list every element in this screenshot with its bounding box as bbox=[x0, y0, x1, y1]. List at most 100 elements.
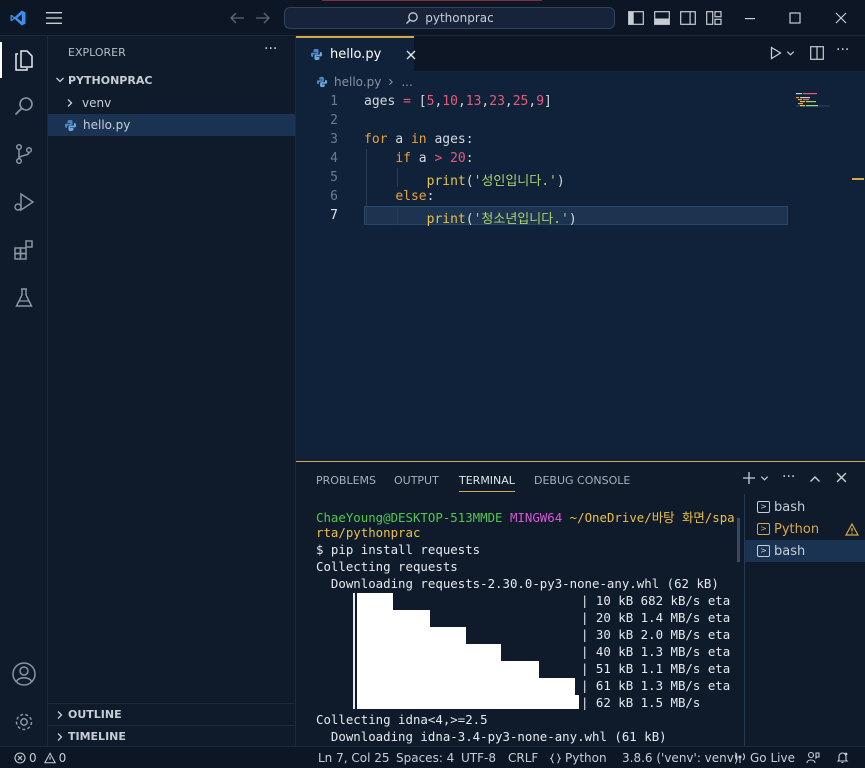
forward-arrow-icon[interactable] bbox=[253, 8, 273, 28]
go-live-label: Go Live bbox=[750, 751, 795, 765]
terminal-icon: > bbox=[757, 501, 770, 513]
end-of-line[interactable]: CRLF bbox=[508, 751, 538, 765]
terminal-prompt-path: rta/pythonprac bbox=[316, 525, 421, 540]
terminal-item-bash-active[interactable]: > bash bbox=[745, 540, 865, 562]
chevron-right-icon bbox=[62, 98, 78, 108]
timeline-title: TIMELINE bbox=[68, 730, 126, 743]
warning-icon bbox=[43, 752, 56, 764]
menu-icon[interactable] bbox=[44, 8, 64, 28]
tree-item-venv[interactable]: venv bbox=[48, 92, 295, 114]
progress-stats: | 61 kB 1.3 MB/s eta bbox=[581, 678, 731, 693]
progress-stats: | 20 kB 1.4 MB/s eta bbox=[581, 610, 731, 625]
play-icon bbox=[770, 46, 782, 60]
account-icon[interactable] bbox=[0, 650, 48, 698]
go-live-button[interactable]: Go Live bbox=[734, 751, 795, 765]
language-label: Python bbox=[565, 751, 607, 765]
testing-flask-icon[interactable] bbox=[0, 274, 48, 322]
language-mode[interactable]: Python bbox=[550, 751, 607, 765]
python-interpreter[interactable]: 3.8.6 ('venv': venv) bbox=[622, 751, 739, 765]
minimap[interactable] bbox=[796, 93, 830, 109]
maximize-panel-icon[interactable] bbox=[809, 473, 821, 487]
code-editor[interactable]: 1 2 3 4 5 6 7 ages = [5,10,13,23,25,9] f… bbox=[296, 93, 865, 461]
code-line-4: if a > 20: bbox=[395, 151, 474, 166]
code-line-3: for a in ages: bbox=[364, 132, 474, 147]
close-tab-icon[interactable] bbox=[406, 50, 416, 60]
run-python-file-button[interactable] bbox=[770, 46, 795, 60]
explorer-more-actions-icon[interactable]: ··· bbox=[264, 41, 277, 57]
toggle-primary-sidebar-icon[interactable] bbox=[626, 8, 646, 28]
minimize-icon[interactable] bbox=[740, 8, 760, 28]
customize-layout-icon[interactable] bbox=[704, 8, 724, 28]
progress-left-border bbox=[353, 593, 355, 709]
progress-bar bbox=[357, 627, 466, 644]
tab-terminal[interactable]: TERMINAL bbox=[459, 474, 515, 492]
line-number: 6 bbox=[330, 189, 338, 204]
tab-output[interactable]: OUTPUT bbox=[394, 474, 439, 487]
outline-section-header[interactable]: OUTLINE bbox=[48, 703, 295, 725]
error-count: 0 bbox=[29, 751, 37, 765]
chevron-right-icon bbox=[387, 77, 395, 87]
tab-problems[interactable]: PROBLEMS bbox=[316, 474, 376, 487]
terminal-scrollbar[interactable] bbox=[737, 518, 740, 562]
back-arrow-icon[interactable] bbox=[227, 8, 247, 28]
notifications-bell-icon[interactable] bbox=[836, 751, 849, 767]
progress-bar bbox=[357, 644, 501, 661]
indentation[interactable]: Spaces: 4 bbox=[396, 751, 454, 765]
search-activity-icon[interactable] bbox=[0, 82, 48, 130]
timeline-section-header[interactable]: TIMELINE bbox=[48, 725, 295, 747]
code-line-7: print('청소년입니다.') bbox=[426, 212, 577, 227]
breadcrumb: hello.py ... bbox=[296, 71, 865, 93]
cursor-position[interactable]: Ln 7, Col 25 bbox=[318, 751, 390, 765]
python-file-icon bbox=[64, 119, 77, 132]
outline-title: OUTLINE bbox=[68, 708, 122, 721]
bottom-panel: PROBLEMS OUTPUT TERMINAL DEBUG CONSOLE ·… bbox=[296, 461, 865, 747]
tree-item-label: venv bbox=[82, 96, 112, 110]
run-debug-activity-icon[interactable] bbox=[0, 178, 48, 226]
toggle-panel-icon[interactable] bbox=[652, 8, 672, 28]
progress-bar bbox=[357, 610, 430, 627]
close-window-icon[interactable] bbox=[831, 8, 851, 28]
plus-icon bbox=[743, 472, 755, 484]
terminal-prompt: ChaeYoung@DESKTOP-513MMDE MINGW64 ~/OneD… bbox=[316, 510, 735, 525]
terminal-icon: > bbox=[757, 523, 770, 535]
tab-hello-py[interactable]: hello.py bbox=[296, 36, 416, 71]
progress-stats: | 30 kB 2.0 MB/s eta bbox=[581, 627, 731, 642]
close-panel-icon[interactable] bbox=[836, 472, 847, 486]
chevron-right-icon bbox=[52, 732, 68, 742]
split-editor-icon[interactable] bbox=[810, 46, 824, 63]
extensions-activity-icon[interactable] bbox=[0, 226, 48, 274]
tree-item-hello-py[interactable]: hello.py bbox=[48, 114, 295, 136]
maximize-icon[interactable] bbox=[785, 8, 805, 28]
breadcrumb-file[interactable]: hello.py bbox=[334, 75, 381, 89]
breadcrumb-symbols[interactable]: ... bbox=[401, 75, 412, 89]
toggle-secondary-sidebar-icon[interactable] bbox=[678, 8, 698, 28]
panel-more-actions-icon[interactable]: ··· bbox=[782, 469, 795, 485]
command-center-search[interactable]: pythonprac bbox=[284, 7, 615, 29]
problems-indicator[interactable]: 0 0 bbox=[14, 751, 66, 765]
feedback-icon[interactable] bbox=[806, 751, 820, 767]
editor-more-actions-icon[interactable]: ··· bbox=[836, 42, 849, 58]
terminal-item-bash[interactable]: > bash bbox=[745, 496, 865, 518]
tab-debug-console[interactable]: DEBUG CONSOLE bbox=[534, 474, 630, 487]
warning-count: 0 bbox=[58, 751, 67, 765]
progress-stats: | 10 kB 682 kB/s eta bbox=[581, 593, 731, 608]
encoding[interactable]: UTF-8 bbox=[461, 751, 496, 765]
source-control-activity-icon[interactable] bbox=[0, 130, 48, 178]
terminal-item-python[interactable]: > Python bbox=[745, 518, 865, 540]
code-line-6: else: bbox=[395, 189, 435, 204]
explorer-activity-icon[interactable] bbox=[0, 36, 48, 84]
terminal-item-label: Python bbox=[774, 521, 820, 537]
new-terminal-button[interactable] bbox=[742, 471, 769, 485]
explorer-title: EXPLORER bbox=[68, 46, 126, 59]
terminal-item-label: bash bbox=[774, 543, 806, 559]
tree-item-label: hello.py bbox=[83, 118, 131, 132]
tab-label: hello.py bbox=[330, 47, 382, 62]
line-number: 4 bbox=[330, 151, 338, 166]
terminal-item-label: bash bbox=[774, 499, 806, 515]
code-line-1: ages = [5,10,13,23,25,9] bbox=[364, 94, 552, 109]
workspace-folder-name: PYTHONPRAC bbox=[68, 73, 153, 87]
terminal-line: Collecting idna<4,>=2.5 bbox=[316, 712, 488, 727]
workspace-folder-header[interactable]: PYTHONPRAC bbox=[48, 69, 295, 91]
manage-gear-icon[interactable] bbox=[0, 698, 48, 746]
python-file-icon bbox=[316, 76, 328, 88]
